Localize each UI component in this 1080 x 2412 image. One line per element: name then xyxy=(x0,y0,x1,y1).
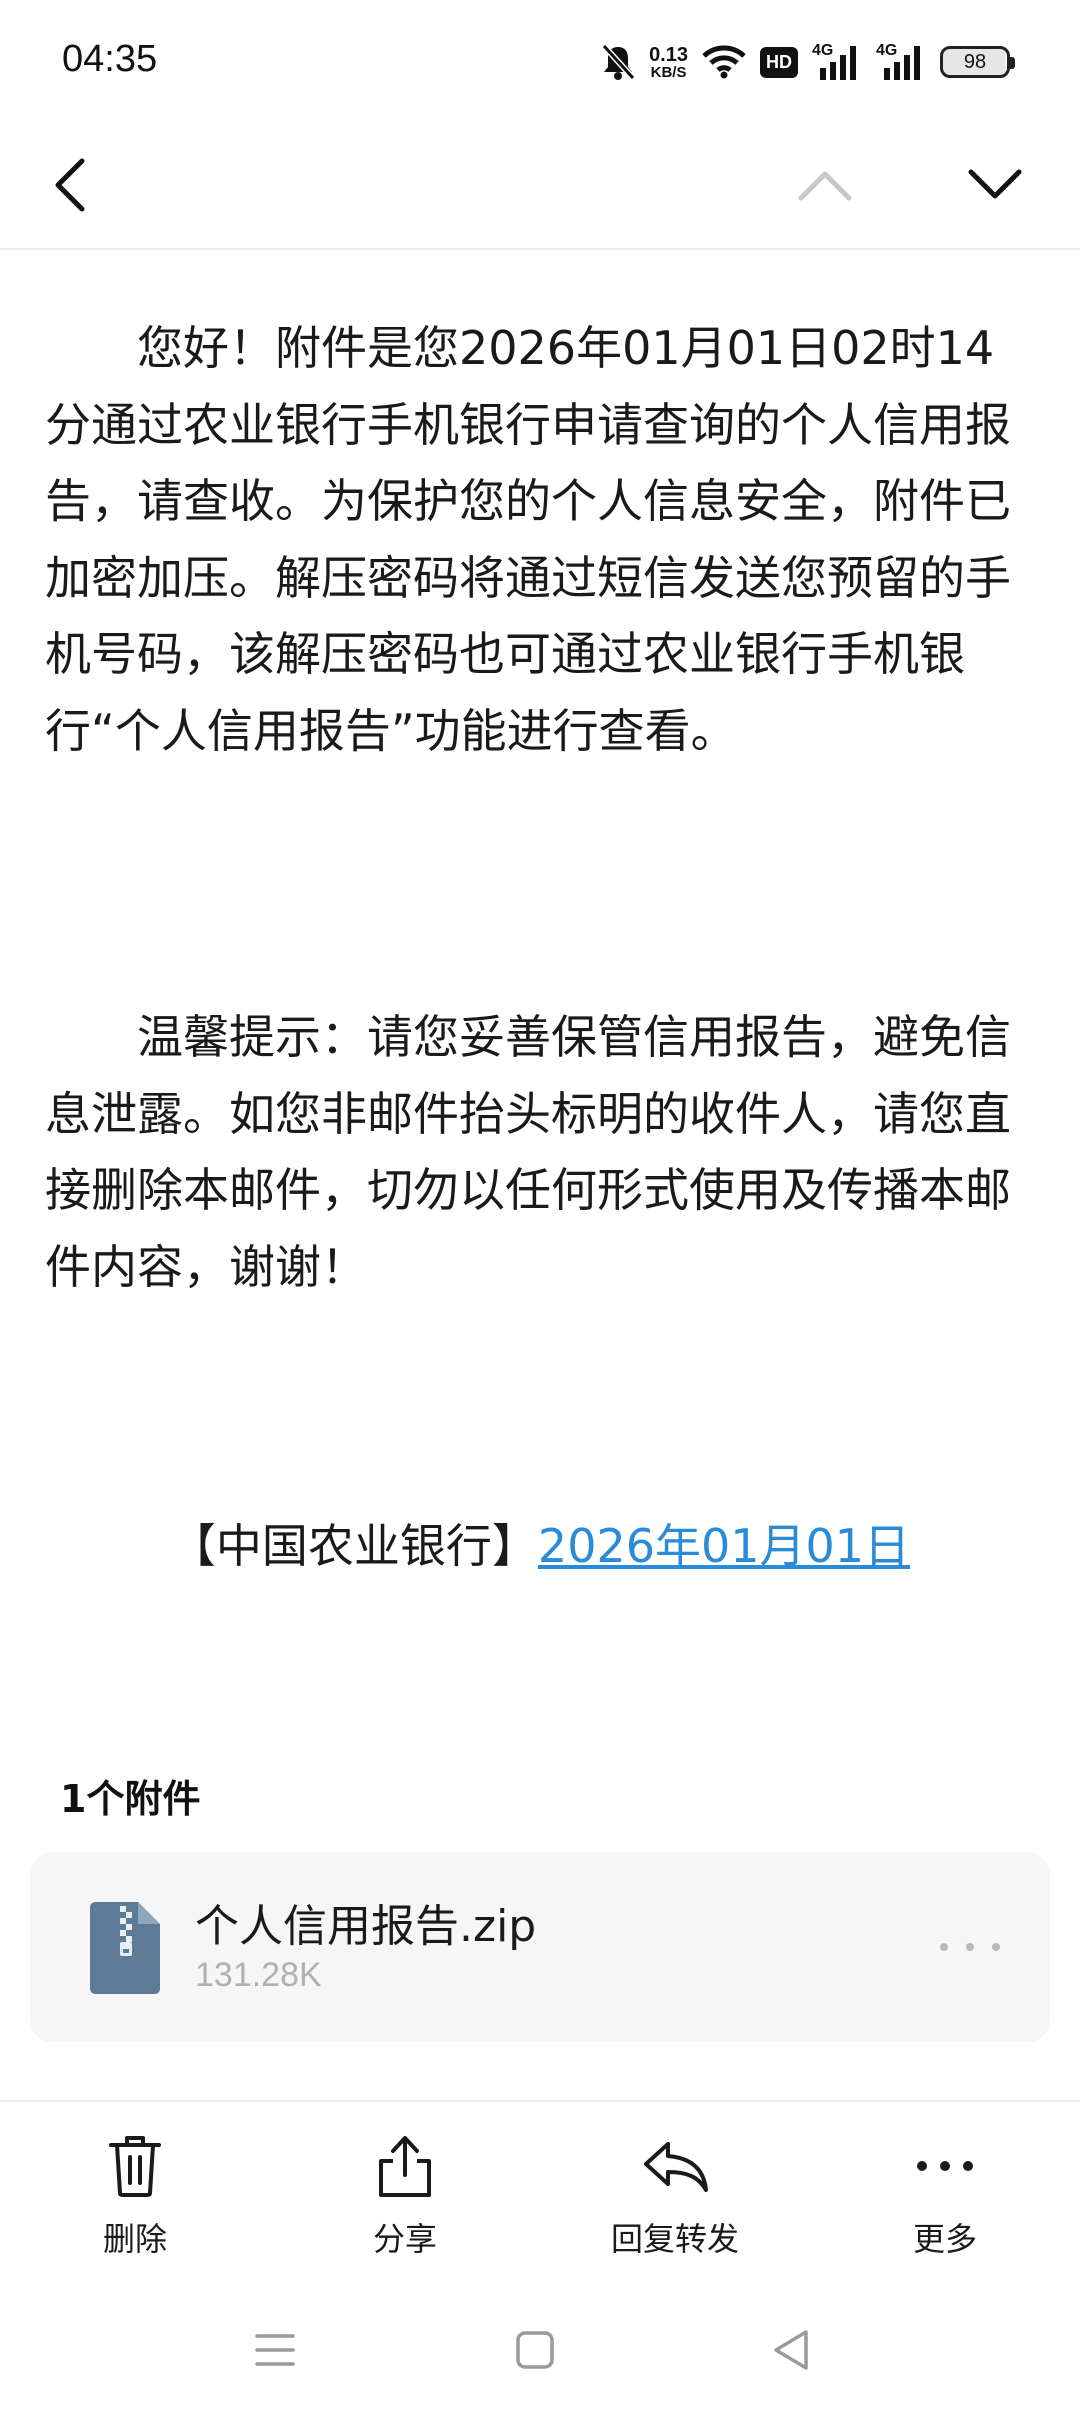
action-bar: 删除 分享 回复转发 更多 xyxy=(0,2100,1080,2270)
attachment-more-button[interactable] xyxy=(940,1932,1000,1962)
email-paragraph: 您好！附件是您2026年01月01日02时14分通过农业银行手机银行申请查询的个… xyxy=(45,321,1011,758)
back-chevron-icon xyxy=(55,158,85,212)
battery-icon: 98 xyxy=(940,46,1015,78)
chevron-up-icon xyxy=(798,171,852,201)
reply-forward-label: 回复转发 xyxy=(610,2220,739,2258)
home-button[interactable] xyxy=(505,2320,565,2380)
dot-icon xyxy=(940,1943,948,1951)
attachment-name: 个人信用报告.zip xyxy=(195,1901,537,1952)
reply-icon xyxy=(644,2142,708,2192)
attachment-size: 131.28K xyxy=(195,1956,322,1994)
share-icon xyxy=(379,2136,431,2197)
status-icons: 0.13 KB/S HD 4G 4G 98 xyxy=(601,40,1015,84)
attachments-header: 1个附件 xyxy=(60,1777,201,1821)
share-label: 分享 xyxy=(372,2220,437,2258)
signal-icon: 4G xyxy=(812,42,862,82)
network-speed-unit: KB/S xyxy=(650,63,687,81)
system-nav-bar xyxy=(0,2290,1080,2412)
next-mail-button[interactable] xyxy=(955,145,1035,225)
network-speed-value: 0.13 xyxy=(649,43,688,66)
square-home-icon xyxy=(516,2331,554,2369)
more-icon xyxy=(917,2161,973,2171)
triangle-back-icon xyxy=(774,2330,808,2370)
wifi-icon xyxy=(702,45,746,79)
recents-button[interactable] xyxy=(245,2320,305,2380)
previous-mail-button[interactable] xyxy=(785,145,865,225)
dot-icon xyxy=(966,1943,974,1951)
status-bar: 04:35 0.13 KB/S HD 4G 4G 98 xyxy=(0,0,1080,125)
network-speed: 0.13 KB/S xyxy=(649,45,688,80)
more-button[interactable]: 更多 xyxy=(845,2126,1045,2260)
bell-muted-icon xyxy=(601,43,636,81)
more-label: 更多 xyxy=(912,2220,977,2258)
email-warning-paragraph: 温馨提示：请您妥善保管信用报告，避免信息泄露。如您非邮件抬头标明的收件人，请您直… xyxy=(45,1010,1011,1294)
status-time: 04:35 xyxy=(62,38,158,80)
hd-voice-icon: HD xyxy=(760,46,798,78)
signature-date-link[interactable]: 2026年01月01日 xyxy=(538,1519,910,1573)
signature-bank: 【中国农业银行】 xyxy=(169,1519,538,1573)
delete-label: 删除 xyxy=(102,2220,167,2258)
dot-icon xyxy=(992,1943,1000,1951)
system-back-button[interactable] xyxy=(760,2320,820,2380)
top-nav-bar xyxy=(0,125,1080,250)
chevron-down-icon xyxy=(968,169,1022,199)
menu-lines-icon xyxy=(255,2334,295,2366)
delete-button[interactable]: 删除 xyxy=(35,2126,235,2260)
share-button[interactable]: 分享 xyxy=(305,2126,505,2260)
zip-file-icon xyxy=(90,1902,160,1994)
reply-forward-button[interactable]: 回复转发 xyxy=(575,2126,775,2260)
email-signature: 【中国农业银行】2026年01月01日 xyxy=(0,1510,1080,1576)
trash-icon xyxy=(109,2136,161,2197)
back-button[interactable] xyxy=(30,145,110,225)
signal-icon: 4G xyxy=(876,42,926,82)
email-body: 您好！附件是您2026年01月01日02时14分通过农业银行手机银行申请查询的个… xyxy=(45,310,1035,1305)
attachment-item[interactable]: 个人信用报告.zip 131.28K xyxy=(30,1852,1050,2042)
